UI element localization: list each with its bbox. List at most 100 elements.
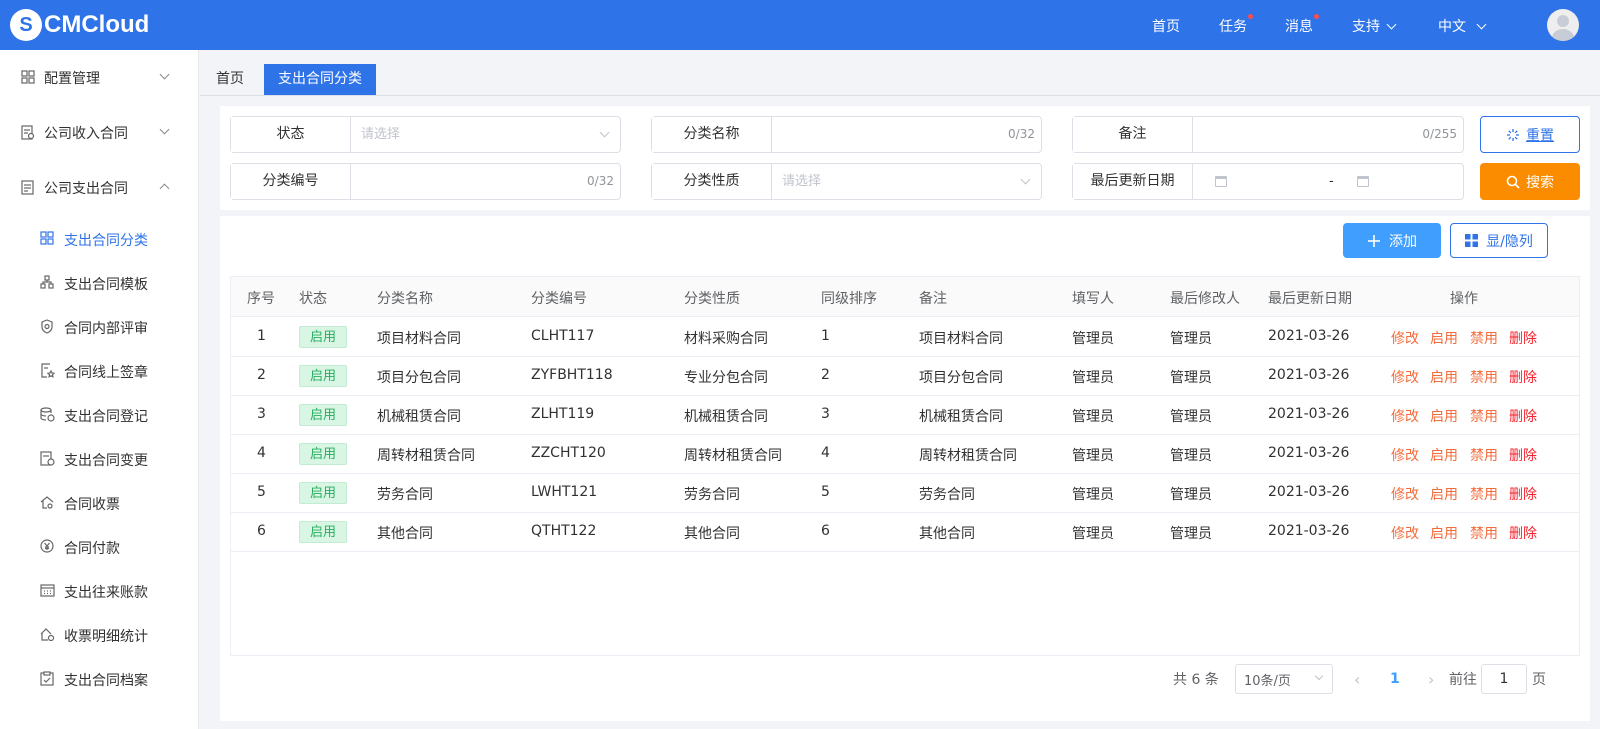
disable-link[interactable]: 禁用 [1470,445,1498,465]
status-filter: 状态 请选择 [230,116,621,153]
name-input[interactable]: 0/32 [772,117,1041,152]
cell-order: 2 [821,367,830,383]
enable-link[interactable]: 启用 [1430,523,1458,543]
contract-icon [20,124,36,140]
nature-select[interactable]: 请选择 [772,164,1041,199]
cell-code: LWHT121 [531,484,598,500]
sidebar-item-accounts[interactable]: 支出往来账款 [0,571,199,611]
tab-home[interactable]: 首页 [202,64,258,95]
chevron-down-icon [1386,19,1397,30]
goto-page-input[interactable]: 1 [1481,664,1527,694]
tab-bar: 首页 支出合同分类 [200,50,1600,96]
avatar[interactable] [1547,9,1579,41]
tab-expense-category[interactable]: 支出合同分类 [264,64,376,95]
status-filter-label: 状态 [231,117,351,152]
sidebar-group-income[interactable]: 公司收入合同 [0,112,199,152]
sidebar-group-config[interactable]: 配置管理 [0,57,199,97]
sidebar-item-label: 支出合同分类 [64,233,148,249]
add-button[interactable]: 添加 [1343,223,1441,258]
enable-link[interactable]: 启用 [1430,406,1458,426]
cell-order: 6 [821,523,830,539]
cell-creator: 管理员 [1072,448,1114,464]
sidebar-item-expense-change[interactable]: 支出合同变更 [0,439,199,479]
nav-messages[interactable]: 消息 [1285,14,1319,36]
table-row: 4 启用 周转材租赁合同 ZZCHT120 周转材租赁合同 4 周转材租赁合同 … [231,434,1579,474]
cell-index: 4 [257,445,266,461]
enable-link[interactable]: 启用 [1430,367,1458,387]
logo-text: CMCloud [44,11,150,38]
edit-link[interactable]: 修改 [1391,523,1419,543]
disable-link[interactable]: 禁用 [1470,484,1498,504]
edit-link[interactable]: 修改 [1391,328,1419,348]
top-bar: S CMCloud 首页 任务 消息 支持 中文 [0,0,1600,50]
nav-home[interactable]: 首页 [1152,16,1180,36]
delete-link[interactable]: 删除 [1509,484,1537,504]
page-number-current[interactable]: 1 [1390,664,1400,694]
reset-button[interactable]: 重置 [1480,116,1580,153]
sidebar-item-payment[interactable]: 合同付款 [0,527,199,567]
page-size-value: 10条/页 [1244,673,1291,689]
nav-language[interactable]: 中文 [1438,16,1487,36]
edit-link[interactable]: 修改 [1391,445,1419,465]
enable-link[interactable]: 启用 [1430,484,1458,504]
sidebar-group-label: 公司支出合同 [44,181,128,197]
header-code: 分类编号 [531,291,587,307]
delete-link[interactable]: 删除 [1509,445,1537,465]
sidebar-item-invoice-stats[interactable]: 收票明细统计 [0,615,199,655]
cell-index: 5 [257,484,266,500]
status-select[interactable]: 请选择 [351,117,620,152]
enable-link[interactable]: 启用 [1430,445,1458,465]
next-page-button[interactable]: › [1428,664,1434,694]
edit-link[interactable]: 修改 [1391,367,1419,387]
toggle-columns-button[interactable]: 显/隐列 [1450,223,1548,258]
code-input[interactable]: 0/32 [351,164,620,199]
disable-link[interactable]: 禁用 [1470,367,1498,387]
nav-tasks[interactable]: 任务 [1219,14,1253,36]
search-button[interactable]: 搜索 [1480,163,1580,200]
data-table: 序号 状态 分类名称 分类编号 分类性质 同级排序 备注 填写人 最后修改人 最… [230,276,1580,656]
star-document-icon [40,363,56,379]
delete-link[interactable]: 删除 [1509,406,1537,426]
disable-link[interactable]: 禁用 [1470,328,1498,348]
cell-code: CLHT117 [531,328,595,344]
delete-link[interactable]: 删除 [1509,367,1537,387]
database-icon [40,407,56,423]
sidebar-item-label: 收票明细统计 [64,629,148,645]
cell-modifier: 管理员 [1170,409,1212,425]
sidebar-group-expense[interactable]: 公司支出合同 [0,167,199,207]
remark-input[interactable]: 0/255 [1193,117,1463,152]
status-placeholder: 请选择 [361,127,401,142]
header-order: 同级排序 [821,291,877,307]
nav-support[interactable]: 支持 [1352,16,1397,36]
edit-link[interactable]: 修改 [1391,406,1419,426]
disable-link[interactable]: 禁用 [1470,406,1498,426]
logo[interactable]: S CMCloud [10,9,149,41]
code-char-count: 0/32 [587,174,614,188]
columns-label: 显/隐列 [1486,233,1533,250]
cell-date: 2021-03-26 [1268,367,1350,383]
status-badge: 启用 [299,365,348,387]
clipboard-icon [40,671,56,687]
sidebar-item-expense-register[interactable]: 支出合同登记 [0,395,199,435]
delete-link[interactable]: 删除 [1509,328,1537,348]
cell-nature: 劳务合同 [684,487,740,503]
cell-creator: 管理员 [1072,526,1114,542]
delete-link[interactable]: 删除 [1509,523,1537,543]
enable-link[interactable]: 启用 [1430,328,1458,348]
status-badge: 启用 [299,326,348,348]
sidebar-item-expense-archive[interactable]: 支出合同档案 [0,659,199,699]
status-badge: 启用 [299,521,348,543]
sidebar-item-internal-review[interactable]: 合同内部评审 [0,307,199,347]
edit-link[interactable]: 修改 [1391,484,1419,504]
date-range-picker[interactable]: - [1193,164,1463,199]
disable-link[interactable]: 禁用 [1470,523,1498,543]
sidebar-item-receive-invoice[interactable]: 合同收票 [0,483,199,523]
prev-page-button[interactable]: ‹ [1354,664,1360,694]
page-size-select[interactable]: 10条/页 [1235,664,1333,694]
messages-badge-dot [1314,14,1319,19]
sidebar-item-expense-template[interactable]: 支出合同模板 [0,263,199,303]
sidebar-item-expense-category[interactable]: 支出合同分类 [0,219,199,259]
grid-icon [40,231,56,247]
sidebar: 配置管理 公司收入合同 公司支出合同 支出合同分类 支出合同模板 合同内部评审 … [0,50,199,729]
sidebar-item-online-sign[interactable]: 合同线上签章 [0,351,199,391]
